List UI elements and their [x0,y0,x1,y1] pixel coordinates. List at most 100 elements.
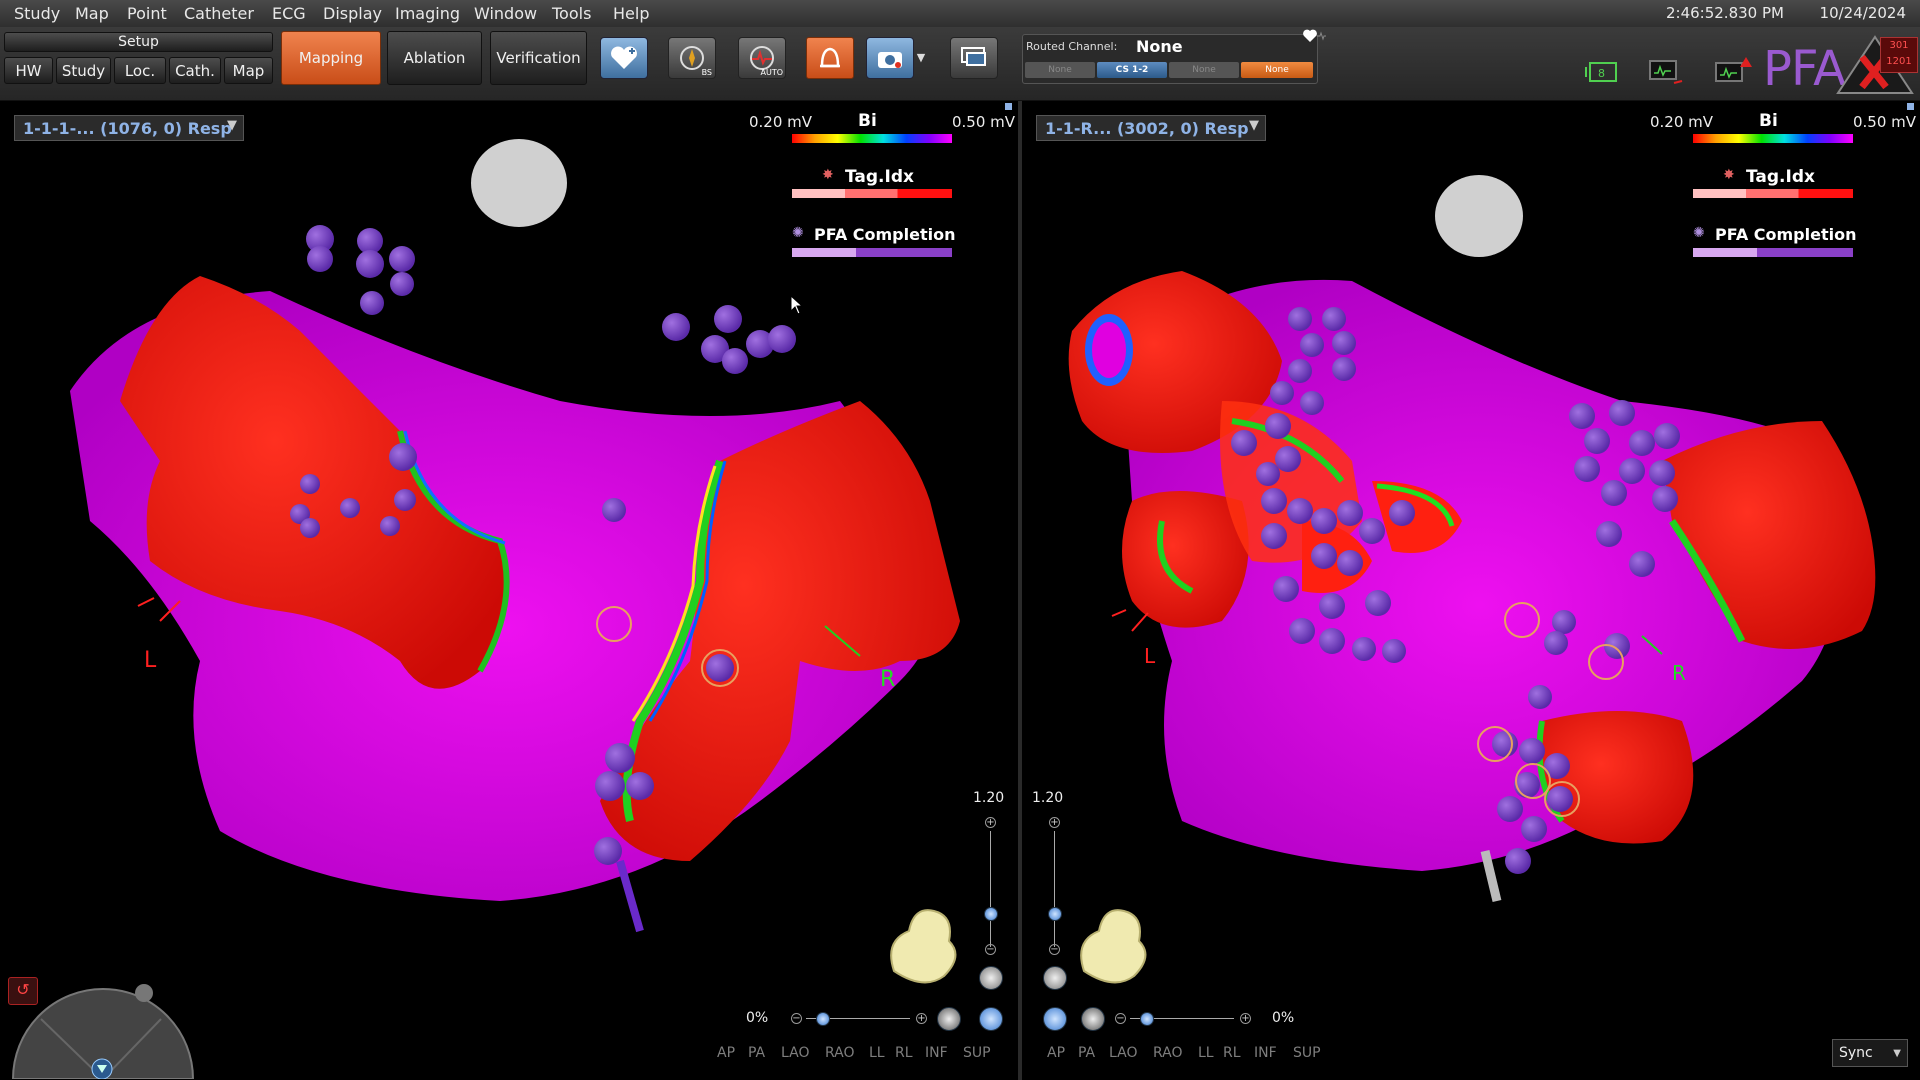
left-view-ll[interactable]: LL [869,1045,885,1061]
pfa-label: PFA [1763,41,1846,97]
tab-map[interactable]: Map [224,57,273,84]
right-rotate-icon[interactable] [1043,1007,1067,1031]
compass-bs-icon[interactable]: BS [668,37,716,79]
left-sphere-icon[interactable] [937,1007,961,1031]
tab-loc[interactable]: Loc. [114,57,166,84]
menu-help[interactable]: Help [613,4,649,23]
channel-button-4[interactable]: None [1241,62,1313,78]
display-layout-icon[interactable] [950,37,998,79]
tab-hw[interactable]: HW [4,57,53,84]
menu-tools[interactable]: Tools [552,4,591,23]
menu-display[interactable]: Display [323,4,382,23]
left-tag-bar [792,189,952,198]
left-view-ap[interactable]: AP [717,1045,735,1061]
setup-button[interactable]: Setup [4,32,273,52]
left-pfa-label: PFA Completion [814,225,956,244]
routed-channel-label: Routed Channel: [1026,40,1118,53]
left-zoom-track[interactable] [990,831,991,947]
right-legend-min: 0.20 mV [1650,113,1714,131]
right-view-rl[interactable]: RL [1223,1045,1241,1061]
clock: 2:46:52.830 PM 10/24/2024 [1666,4,1920,22]
left-view-lao[interactable]: LAO [781,1045,809,1061]
menu-imaging[interactable]: Imaging [395,4,460,23]
menu-point[interactable]: Point [127,4,167,23]
left-view-rl[interactable]: RL [895,1045,913,1061]
left-view-inf[interactable]: INF [925,1045,948,1061]
tab-cath[interactable]: Cath. [169,57,221,84]
left-zoom-knob[interactable] [984,907,998,921]
mouse-cursor-icon [790,295,804,315]
right-sphere-icon[interactable] [1081,1007,1105,1031]
sync-dropdown[interactable]: Sync ▼ [1832,1039,1908,1067]
right-legend-max: 0.50 mV [1853,113,1917,131]
left-orientation-heart-icon[interactable] [884,901,964,991]
left-map-selector-label: 1-1-1-... (1076, 0) Resp [23,118,232,138]
left-map-selector[interactable]: 1-1-1-... (1076, 0) Resp ▼ [14,115,244,141]
channel-button-3[interactable]: None [1169,62,1239,78]
channel-button-cs12[interactable]: CS 1-2 [1097,62,1167,78]
status-counter-bottom: 1201 [1886,56,1912,67]
auto-annotate-icon[interactable]: AUTO [738,37,786,79]
right-opacity-knob[interactable] [1140,1012,1154,1026]
channel-button-1[interactable]: None [1025,62,1095,78]
routed-channel-panel: Routed Channel: None None CS 1-2 None No… [1022,34,1318,84]
menu-ecg[interactable]: ECG [272,4,306,23]
left-pfa-icon: ✺ [792,225,804,241]
right-zoom-in-button[interactable]: + [1049,817,1060,828]
left-view-sup[interactable]: SUP [963,1045,991,1061]
left-radial-tool-menu[interactable] [11,979,196,1079]
right-zoom-track[interactable] [1054,831,1055,947]
camera-dropdown-icon[interactable]: ▼ [914,47,928,67]
menu-study[interactable]: Study [14,4,60,23]
left-map-viewport[interactable]: L R 1-1-1-... (1076, 0) Resp ▼ 0.20 mV B… [0,101,1018,1080]
menu-map[interactable]: Map [75,4,109,23]
right-map-viewport[interactable]: L R 1-1-R... (3002, 0) Resp ▼ 0.20 mV Bi… [1022,101,1920,1080]
routed-channel-value: None [1136,37,1183,56]
left-opacity-minus-button[interactable]: − [791,1013,802,1024]
right-view-ap[interactable]: AP [1047,1045,1065,1061]
heart-add-icon[interactable] [600,37,648,79]
right-zoom-knob[interactable] [1048,907,1062,921]
right-opacity-plus-button[interactable]: + [1240,1013,1251,1024]
left-heart-view-icon[interactable] [979,966,1003,990]
right-tag-bar [1693,189,1853,198]
right-view-ll[interactable]: LL [1198,1045,1214,1061]
right-view-inf[interactable]: INF [1254,1045,1277,1061]
right-view-sup[interactable]: SUP [1293,1045,1321,1061]
right-heart-view-icon[interactable] [1043,966,1067,990]
tab-mapping[interactable]: Mapping [281,31,381,85]
left-opacity-knob[interactable] [816,1012,830,1026]
right-view-pa[interactable]: PA [1078,1045,1095,1061]
tab-verification[interactable]: Verification [490,31,587,85]
right-map-selector[interactable]: 1-1-R... (3002, 0) Resp ▼ [1036,115,1266,141]
right-marker-r: R [1672,661,1686,685]
battery-status-icon: 8 [1584,57,1624,91]
right-zoom-out-button[interactable]: − [1049,944,1060,955]
bs-label: BS [701,68,712,77]
right-orientation-heart-icon[interactable] [1074,901,1154,991]
left-zoom-in-button[interactable]: + [985,817,996,828]
status-counter-top: 301 [1889,40,1909,51]
right-view-lao[interactable]: LAO [1109,1045,1137,1061]
left-view-pa[interactable]: PA [748,1045,765,1061]
left-zoom-out-button[interactable]: − [985,944,996,955]
left-view-rao[interactable]: RAO [825,1045,855,1061]
camera-icon[interactable] [866,37,914,79]
left-rotate-icon[interactable] [979,1007,1003,1031]
right-opacity-minus-button[interactable]: − [1115,1013,1126,1024]
left-legend-title: Bi [858,111,877,131]
tab-ablation[interactable]: Ablation [387,31,482,85]
right-view-rao[interactable]: RAO [1153,1045,1183,1061]
toolbar: Setup HW Study Loc. Cath. Map Mapping Ab… [0,27,1920,101]
right-reference-sphere [1435,175,1523,257]
right-zoom-value: 1.20 [1032,790,1064,806]
svg-text:8: 8 [1598,67,1605,80]
menu-window[interactable]: Window [474,4,537,23]
right-tag-label: Tag.Idx [1746,167,1815,187]
anatomy-icon[interactable] [806,37,854,79]
tab-study[interactable]: Study [56,57,111,84]
left-marker-l: L [144,648,157,673]
left-opacity-plus-button[interactable]: + [916,1013,927,1024]
heart-status-icon [1302,28,1326,48]
menu-catheter[interactable]: Catheter [184,4,254,23]
